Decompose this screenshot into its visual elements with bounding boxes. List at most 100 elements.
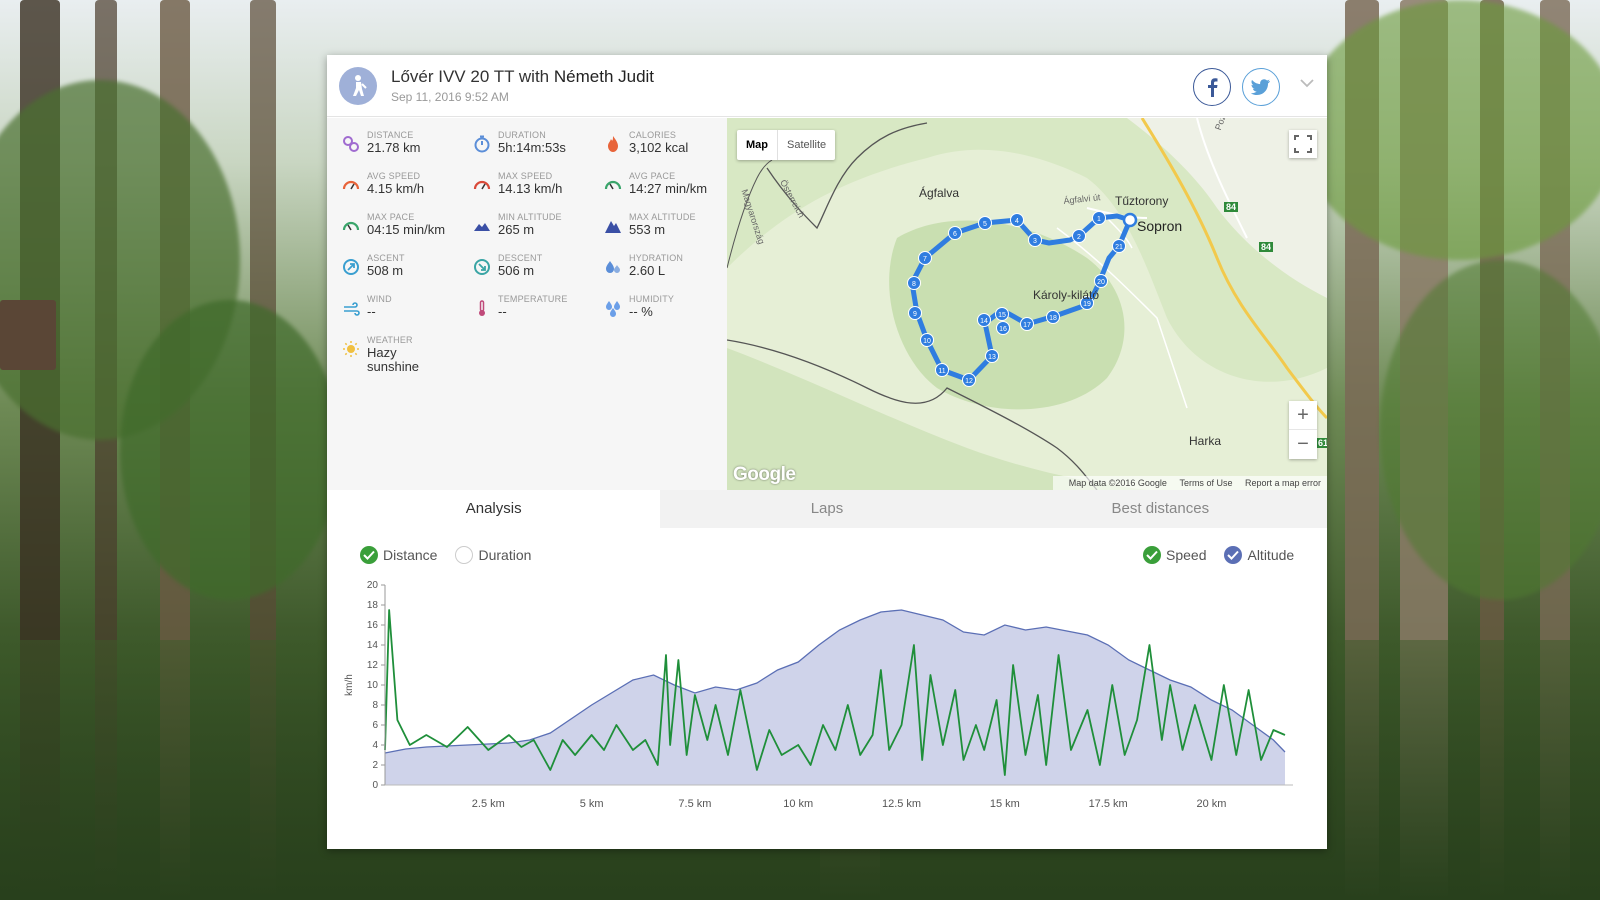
map-type-map-button[interactable]: Map <box>737 130 777 160</box>
waypoint-marker[interactable]: 10 <box>920 333 934 347</box>
tab-best-distances[interactable]: Best distances <box>994 490 1327 528</box>
activity-header: Lővér IVV 20 TT with Németh Judit Sep 11… <box>327 55 1327 117</box>
speed-toggle[interactable]: Speed <box>1143 546 1206 564</box>
thermometer-icon <box>472 298 492 318</box>
waypoint-marker[interactable]: 3 <box>1028 233 1042 247</box>
zoom-in-button[interactable]: + <box>1289 401 1317 430</box>
hiker-icon <box>353 75 367 96</box>
waypoint-label: 10 <box>923 338 931 345</box>
stat-min-altitude: MIN ALTITUDE 265 m <box>472 212 602 248</box>
activity-title: Lővér IVV 20 TT with Németh Judit <box>391 67 654 87</box>
radio-empty-icon <box>455 546 474 564</box>
waypoint-marker[interactable]: 20 <box>1094 274 1108 288</box>
waypoint-label: 13 <box>988 354 996 361</box>
stat-temperature: TEMPERATURE -- <box>472 294 602 330</box>
stat-ascent: ASCENT 508 m <box>341 253 471 289</box>
series-toggles: Speed Altitude <box>1143 545 1294 565</box>
route-map[interactable]: 1 2 3 4 5 6 7 8 9 10 11 12 13 14 15 16 17 18 19 20 21 Ágfalv… <box>727 118 1327 490</box>
stat-distance: DISTANCE 21.78 km <box>341 130 471 166</box>
waypoint-label: 15 <box>998 312 1006 319</box>
waypoint-marker[interactable]: 6 <box>948 226 962 240</box>
y-tick-label: 16 <box>367 620 379 631</box>
place-tuztorony: Tűztorony <box>1115 194 1169 208</box>
place-agfalva: Ágfalva <box>919 186 960 200</box>
y-tick-label: 4 <box>372 740 378 751</box>
altitude-toggle[interactable]: Altitude <box>1224 546 1294 564</box>
waypoint-label: 16 <box>999 326 1007 333</box>
map-canvas[interactable]: 123456789101112131415161718192021 <box>727 118 1327 490</box>
waypoint-marker[interactable]: 2 <box>1072 229 1086 243</box>
stat-humidity: HUMIDITY -- % <box>603 294 733 330</box>
waypoint-marker[interactable]: 15 <box>995 307 1009 321</box>
zoom-out-button[interactable]: − <box>1289 430 1317 459</box>
waypoint-label: 12 <box>965 378 973 385</box>
altitude-area <box>385 610 1285 785</box>
chevron-down-icon[interactable] <box>1300 75 1314 93</box>
road-shield-84a: 84 <box>1224 202 1239 212</box>
waypoint-marker[interactable]: 7 <box>918 251 932 265</box>
waypoint-marker[interactable]: 16 <box>996 321 1010 335</box>
terms-link[interactable]: Terms of Use <box>1179 478 1232 488</box>
waypoint-marker[interactable]: 14 <box>977 313 991 327</box>
waypoint-marker[interactable]: 5 <box>978 216 992 230</box>
tab-laps[interactable]: Laps <box>660 490 993 528</box>
place-sopron: Sopron <box>1137 218 1183 234</box>
waypoint-marker[interactable]: 8 <box>907 276 921 290</box>
stat-avg-speed: AVG SPEED 4.15 km/h <box>341 171 471 207</box>
tab-analysis[interactable]: Analysis <box>327 490 661 528</box>
speed-altitude-chart[interactable]: 0 2 4 6 8 10 12 14 16 18 20 2.5 km 5 km 7.5 km 10 km 12… <box>327 575 1327 845</box>
stat-value: 21.78 km <box>367 140 421 155</box>
stat-label: AVG SPEED <box>367 171 421 181</box>
waypoint-marker[interactable]: 12 <box>962 373 976 387</box>
waypoint-marker[interactable]: 21 <box>1112 239 1126 253</box>
twitter-share-button[interactable] <box>1242 68 1280 106</box>
map-data-text: Map data ©2016 Google <box>1068 478 1167 488</box>
waypoint-marker[interactable]: 11 <box>935 363 949 377</box>
stat-duration: DURATION 5h:14m:53s <box>472 130 602 166</box>
stat-value: 4.15 km/h <box>367 181 425 196</box>
stat-value: Hazy sunshine <box>367 345 420 374</box>
place-harka: Harka <box>1189 434 1222 448</box>
waypoint-marker[interactable]: 1 <box>1092 211 1106 225</box>
distance-toggle[interactable]: Distance <box>360 546 437 564</box>
x-tick-label: 15 km <box>990 798 1020 810</box>
waypoint-marker[interactable]: 18 <box>1046 310 1060 324</box>
stat-label: WIND <box>367 294 392 304</box>
ascent-icon <box>341 257 361 277</box>
stat-value: -- % <box>629 304 653 319</box>
waypoint-marker[interactable]: 4 <box>1010 213 1024 227</box>
y-axis-label: km/h <box>344 674 355 696</box>
fullscreen-button[interactable] <box>1289 130 1317 158</box>
waypoint-marker[interactable]: 13 <box>985 349 999 363</box>
road-shield-61: 61 <box>1316 438 1327 448</box>
x-tick-label: 12.5 km <box>882 798 921 810</box>
waypoint-label: 2 <box>1077 234 1081 241</box>
waypoint-marker[interactable]: 9 <box>908 306 922 320</box>
y-tick-label: 12 <box>367 660 379 671</box>
zoom-control: + − <box>1289 401 1317 459</box>
partner-name[interactable]: Németh Judit <box>554 67 654 86</box>
duration-toggle[interactable]: Duration <box>455 546 531 564</box>
stat-wind: WIND -- <box>341 294 471 330</box>
stat-label: DURATION <box>498 130 546 140</box>
waypoint-marker[interactable]: 17 <box>1020 317 1034 331</box>
stat-max-speed: MAX SPEED 14.13 km/h <box>472 171 602 207</box>
map-attribution: Map data ©2016 Google Terms of Use Repor… <box>1052 476 1327 490</box>
stat-max-pace: MAX PACE 04:15 min/km <box>341 212 471 248</box>
map-type-satellite-button[interactable]: Satellite <box>777 130 835 160</box>
y-tick-label: 14 <box>367 640 379 651</box>
waypoint-label: 17 <box>1023 322 1031 329</box>
avatar[interactable] <box>339 67 377 105</box>
waypoint-label: 9 <box>913 311 917 318</box>
route-start-marker[interactable] <box>1122 212 1138 228</box>
stat-max-altitude: MAX ALTITUDE 553 m <box>603 212 733 248</box>
stat-value: 2.60 L <box>629 263 666 278</box>
waypoint-label: 4 <box>1015 218 1019 225</box>
stat-avg-pace: AVG PACE 14:27 min/km <box>603 171 733 207</box>
report-error-link[interactable]: Report a map error <box>1245 478 1321 488</box>
stats-panel: DISTANCE 21.78 km DURATION 5h:14m:53s CALORI… <box>327 118 727 490</box>
y-tick-label: 2 <box>372 760 378 771</box>
y-tick-label: 0 <box>372 780 378 791</box>
x-tick-label: 20 km <box>1196 798 1226 810</box>
facebook-share-button[interactable] <box>1193 68 1231 106</box>
